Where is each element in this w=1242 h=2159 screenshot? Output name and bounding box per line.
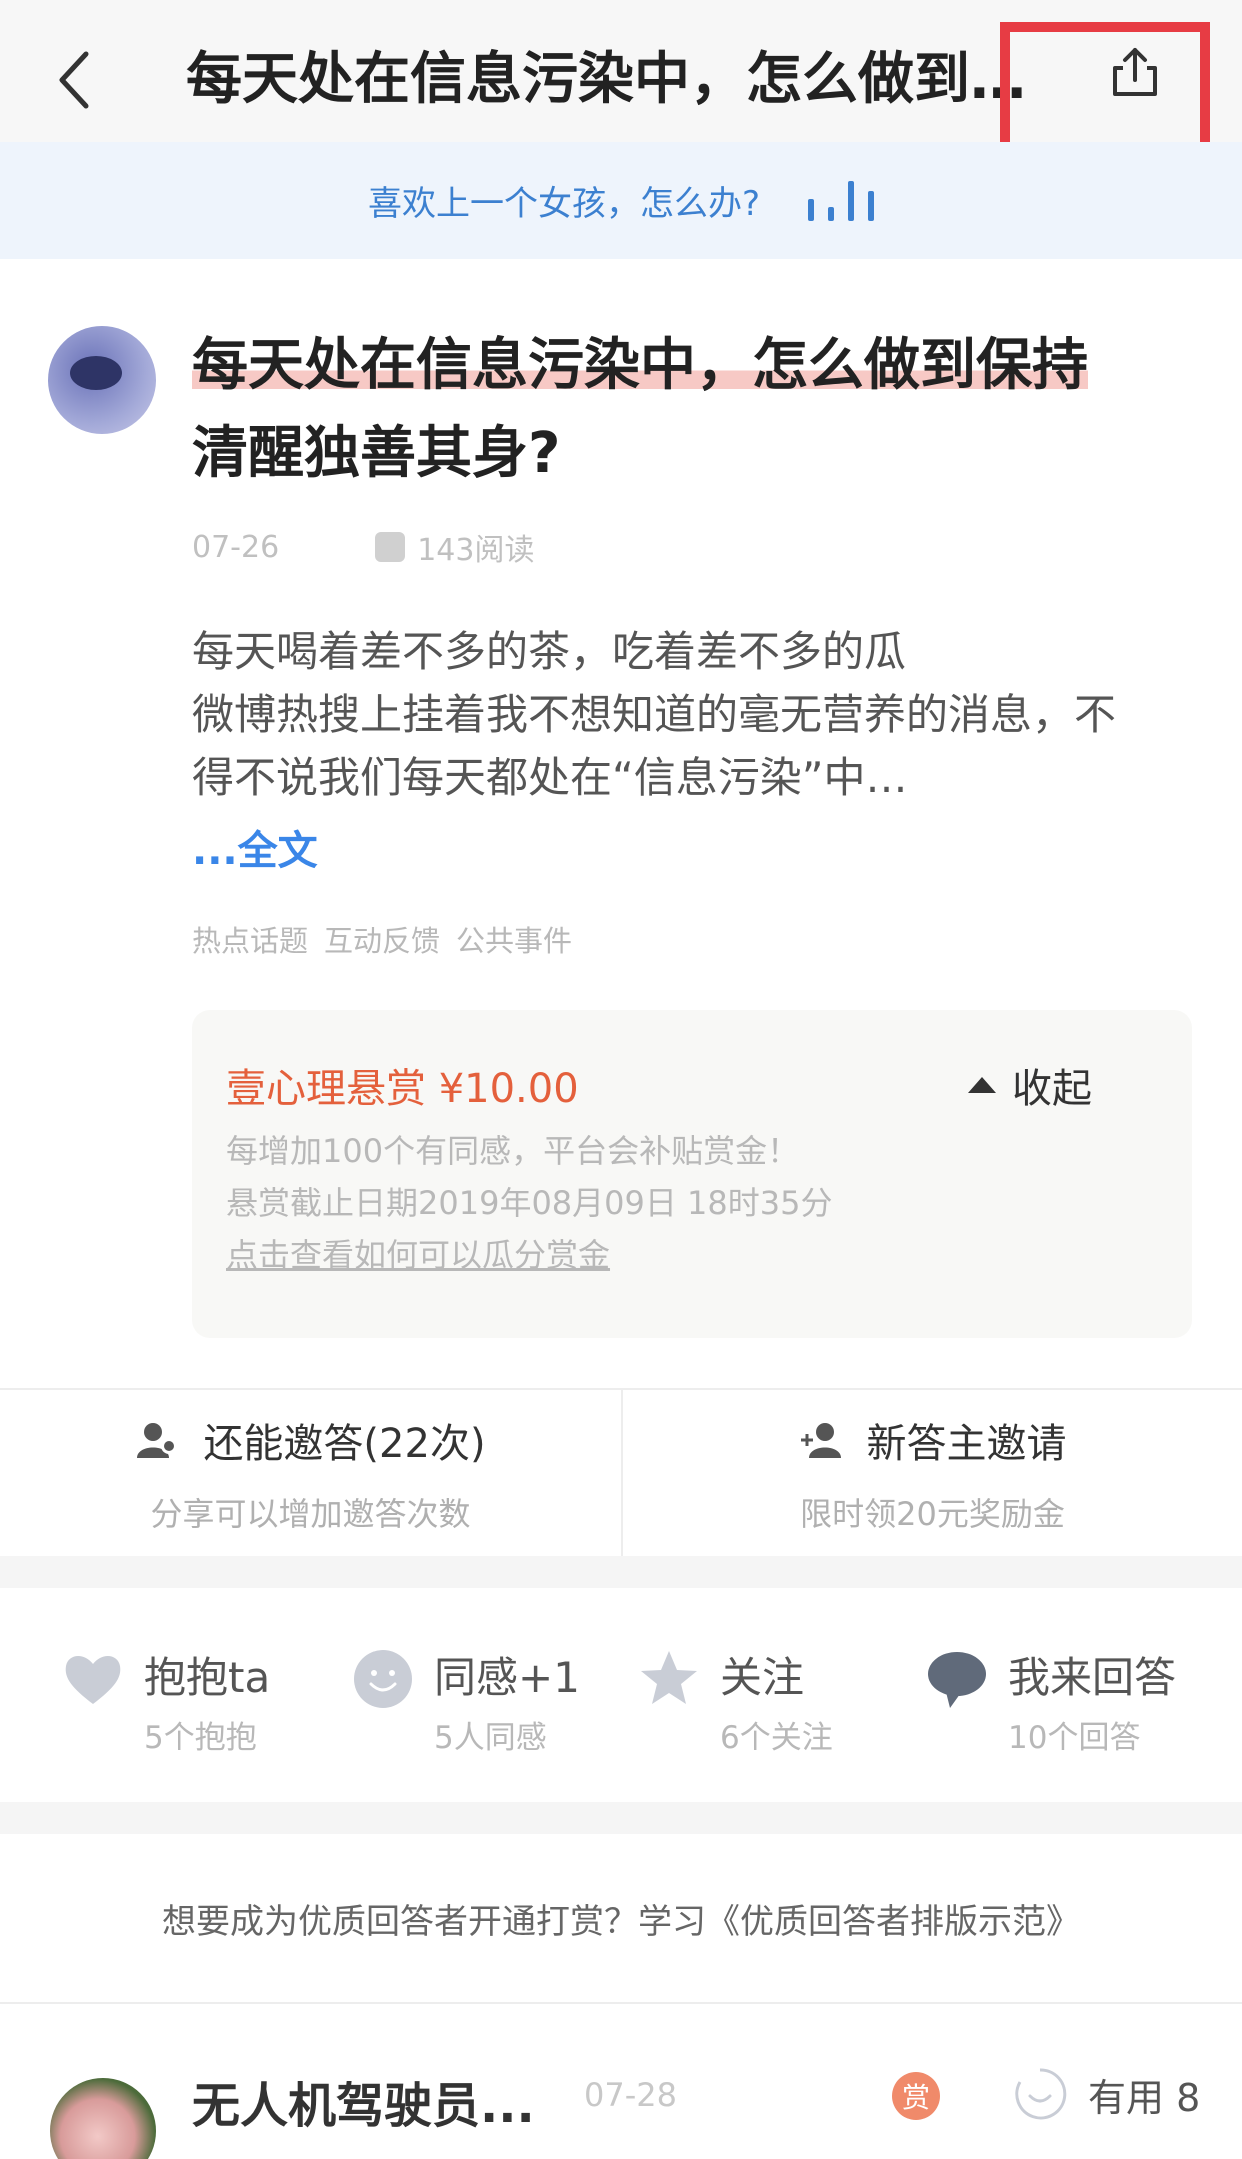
invite-answer-label: 还能邀答(22次)	[203, 1421, 486, 1467]
caret-up-icon	[968, 1077, 996, 1093]
smile-icon	[354, 1650, 412, 1708]
reward-deadline: 悬赏截止日期2019年08月09日 18时35分	[226, 1184, 833, 1222]
read-count: 143阅读	[417, 533, 535, 568]
read-count-icon	[375, 532, 406, 562]
collapse-button[interactable]: 收起	[968, 1056, 1092, 1114]
tag-item[interactable]: 公共事件	[456, 918, 572, 960]
invite-users-icon	[137, 1423, 178, 1458]
section-divider	[0, 1802, 1242, 1834]
useful-button[interactable]: 有用 8	[1012, 2066, 1200, 2122]
hug-count: 5个抱抱	[144, 1720, 257, 1756]
asker-avatar[interactable]	[48, 326, 156, 434]
question-content: 每天喝着差不多的茶，吃着差不多的瓜 微博热搜上挂着我不想知道的毫无营养的消息，不…	[192, 620, 1202, 809]
action-row: 抱抱ta 5个抱抱 同感+1 5人同感 关注 6个关注 我来回答 10个回答	[0, 1588, 1242, 1802]
share-icon	[1113, 48, 1157, 96]
follow-button[interactable]: 关注 6个关注	[638, 1588, 928, 1802]
learn-link[interactable]: 想要成为优质回答者开通打赏？学习《优质回答者排版示范》	[0, 1834, 1242, 2004]
answerer-avatar[interactable]	[50, 2078, 156, 2159]
heart-icon	[65, 1655, 121, 1704]
invite-answer-button[interactable]: 还能邀答(22次) 分享可以增加邀答次数	[0, 1390, 621, 1556]
section-divider	[0, 1556, 1242, 1588]
hug-button[interactable]: 抱抱ta 5个抱抱	[62, 1588, 352, 1802]
tag-item[interactable]: 热点话题	[192, 918, 308, 960]
empathy-label: 同感+1	[434, 1653, 580, 1702]
tag-list: 热点话题 互动反馈 公共事件	[192, 918, 572, 960]
answer-label: 我来回答	[1008, 1653, 1177, 1702]
reward-title: 壹心理悬赏 ¥10.00	[226, 1066, 579, 1112]
banner-text: 喜欢上一个女孩，怎么办?	[367, 184, 761, 224]
answer-date: 07-28	[584, 2076, 677, 2114]
reward-howto-link[interactable]: 点击查看如何可以瓜分赏金	[226, 1230, 610, 1276]
question-title-line2: 清醒独善其身?	[192, 421, 561, 486]
collapse-label: 收起	[1012, 1066, 1092, 1112]
reward-badge[interactable]: 赏	[892, 2072, 940, 2120]
tag-item[interactable]: 互动反馈	[324, 918, 440, 960]
useful-icon	[1015, 2068, 1067, 2120]
new-answerer-sub: 限时领20元奖励金	[800, 1495, 1065, 1533]
audio-bars-icon	[808, 180, 875, 221]
content-line: 得不说我们每天都处在“信息污染”中…	[192, 753, 908, 802]
new-answerer-invite-button[interactable]: 新答主邀请 限时领20元奖励金	[621, 1390, 1242, 1556]
answerer-name[interactable]: 无人机驾驶员...	[192, 2066, 535, 2136]
follow-count: 6个关注	[720, 1720, 833, 1756]
question-meta: 07-26 143阅读	[192, 522, 534, 572]
add-user-icon	[800, 1423, 841, 1458]
back-button[interactable]	[44, 44, 104, 116]
question-date: 07-26	[192, 529, 280, 565]
share-button[interactable]	[1000, 22, 1210, 162]
question-title-line1: 每天处在信息污染中，怎么做到保持	[192, 333, 1088, 398]
voice-banner[interactable]: 喜欢上一个女孩，怎么办?	[0, 142, 1242, 259]
star-icon	[641, 1651, 697, 1704]
answer-button[interactable]: 我来回答 10个回答	[926, 1588, 1216, 1802]
hug-label: 抱抱ta	[144, 1653, 271, 1702]
chevron-left-icon	[59, 51, 89, 109]
question-title: 每天处在信息污染中，怎么做到保持 清醒独善其身?	[192, 322, 1192, 498]
reward-panel: 壹心理悬赏 ¥10.00 收起 每增加100个有同感，平台会补贴赏金！ 悬赏截止…	[192, 1010, 1192, 1338]
nav-title: 每天处在信息污染中，怎么做到保持清醒独善其身？	[186, 47, 1066, 112]
content-line: 每天喝着差不多的茶，吃着差不多的瓜	[192, 627, 907, 676]
answer-count: 10个回答	[1008, 1720, 1141, 1756]
fulltext-link[interactable]: ...全文	[192, 818, 318, 876]
comment-icon	[928, 1652, 986, 1708]
invite-row: 还能邀答(22次) 分享可以增加邀答次数 新答主邀请 限时领20元奖励金	[0, 1388, 1242, 1556]
follow-label: 关注	[720, 1653, 805, 1702]
new-answerer-label: 新答主邀请	[866, 1421, 1067, 1467]
content-line: 微博热搜上挂着我不想知道的毫无营养的消息，不	[192, 690, 1117, 739]
answer-header: 无人机驾驶员... 07-28 赏 有用 8	[0, 2006, 1242, 2159]
useful-label: 有用 8	[1088, 2075, 1201, 2120]
empathy-button[interactable]: 同感+1 5人同感	[352, 1588, 642, 1802]
reward-info: 每增加100个有同感，平台会补贴赏金！	[226, 1132, 800, 1170]
empathy-count: 5人同感	[434, 1720, 547, 1756]
invite-answer-sub: 分享可以增加邀答次数	[150, 1495, 471, 1533]
